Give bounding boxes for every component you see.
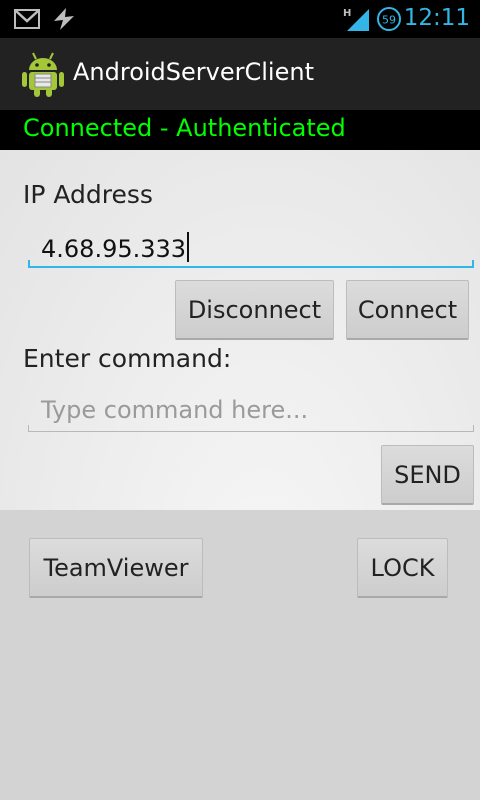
- lock-button[interactable]: LOCK: [357, 538, 448, 598]
- action-bar: AndroidServerClient: [0, 38, 480, 110]
- ip-address-input[interactable]: 4.68.95.333: [28, 228, 474, 268]
- hspa-signal-icon: H: [343, 6, 371, 36]
- usb-debug-icon: [52, 8, 76, 34]
- ip-address-label: IP Address: [23, 180, 153, 209]
- svg-text:H: H: [343, 8, 351, 19]
- disconnect-button[interactable]: Disconnect: [175, 280, 334, 340]
- connect-button[interactable]: Connect: [346, 280, 469, 340]
- app-title: AndroidServerClient: [73, 58, 314, 86]
- command-placeholder: Type command here...: [41, 396, 309, 424]
- actions-panel: TeamViewer LOCK: [0, 510, 480, 800]
- ip-address-value: 4.68.95.333: [41, 235, 187, 263]
- teamviewer-button[interactable]: TeamViewer: [29, 538, 203, 598]
- gmail-icon: [14, 9, 40, 33]
- svg-text:59: 59: [382, 14, 396, 27]
- connection-status-text: Connected - Authenticated: [23, 114, 346, 142]
- connection-status-bar: Connected - Authenticated: [0, 110, 480, 150]
- clock: 12:11: [403, 5, 470, 31]
- status-bar: H 59 12:11: [0, 0, 480, 38]
- android-logo-icon[interactable]: [21, 50, 65, 102]
- battery-59-icon: 59: [376, 6, 402, 36]
- text-cursor: [187, 232, 190, 262]
- command-label: Enter command:: [23, 344, 232, 373]
- send-button[interactable]: SEND: [381, 445, 474, 505]
- main-form-panel: IP Address 4.68.95.333 Disconnect Connec…: [0, 150, 480, 510]
- command-input[interactable]: Type command here...: [28, 392, 474, 432]
